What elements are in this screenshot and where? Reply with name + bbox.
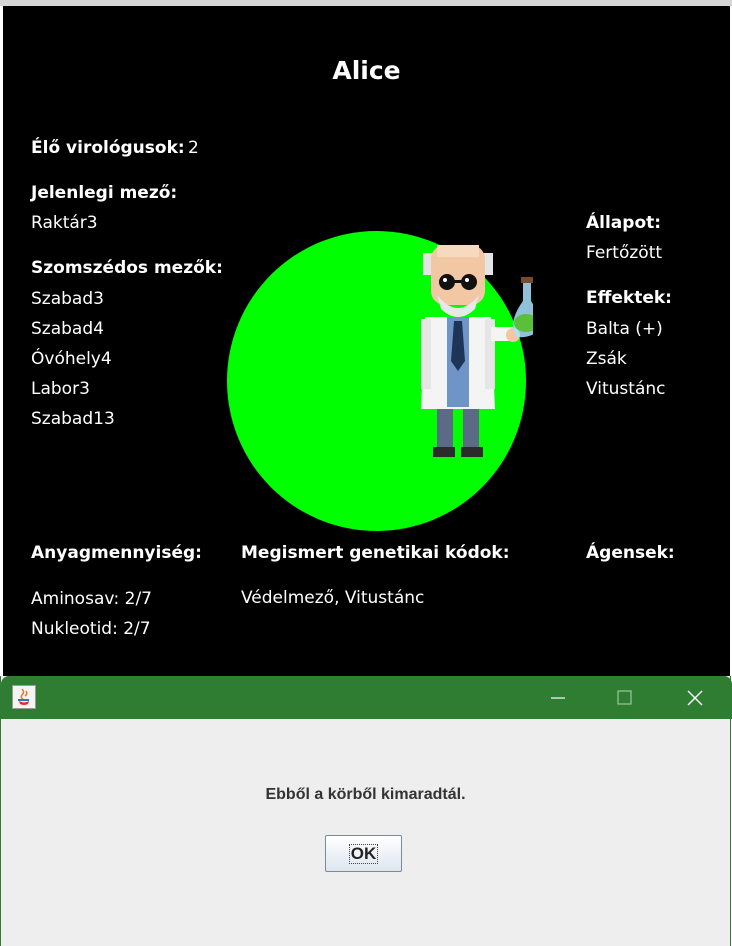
effects-label: Effektek: [586,288,672,308]
material-item: Nukleotid: 2/7 [31,619,151,639]
dialog-titlebar[interactable] [1,676,732,719]
neighbor-item: Labor3 [31,379,90,399]
minimize-icon[interactable] [525,676,591,719]
message-dialog: Ebből a körből kimaradtál. OK [0,676,732,946]
maximize-icon[interactable] [591,676,657,719]
current-field-value: Raktár3 [31,213,98,233]
dialog-message: Ebből a körből kimaradtál. [265,786,466,803]
close-icon[interactable] [661,676,727,719]
scientist-avatar [421,245,533,457]
material-label: Anyagmennyiség: [31,543,202,563]
alive-virologists-value: 2 [188,138,199,158]
genetic-codes-label: Megismert genetikai kódok: [241,543,510,563]
agents-label: Ágensek: [586,543,675,563]
effect-item: Vitustánc [586,379,666,399]
ok-button[interactable]: OK [325,835,402,872]
neighbor-item: Szabad4 [31,319,104,339]
state-value: Fertőzött [586,243,663,263]
state-label: Állapot: [586,213,662,233]
game-panel: Alice Élő virológusok: 2 Jelenlegi mező:… [3,6,730,682]
ok-button-label: OK [348,843,379,864]
materials-list: Aminosav: 2/7 Nukleotid: 2/7 [31,588,152,648]
java-icon [12,685,36,709]
material-item: Aminosav: 2/7 [31,589,152,609]
effect-item: Balta (+) [586,319,663,339]
neighbors-list: Szabad3 Szabad4 Óvóhely4 Labor3 Szabad13 [31,288,115,438]
neighbor-item: Szabad13 [31,409,115,429]
neighbor-item: Szabad3 [31,289,104,309]
genetic-codes-value: Védelmező, Vitustánc [241,588,425,608]
effects-list: Balta (+) Zsák Vitustánc [586,318,665,408]
alive-virologists-label: Élő virológusok: [31,138,185,158]
player-name: Alice [332,56,401,85]
effect-item: Zsák [586,349,627,369]
neighbor-item: Óvóhely4 [31,349,112,369]
neighbors-label: Szomszédos mezők: [31,258,223,278]
current-field-label: Jelenlegi mező: [31,183,178,203]
